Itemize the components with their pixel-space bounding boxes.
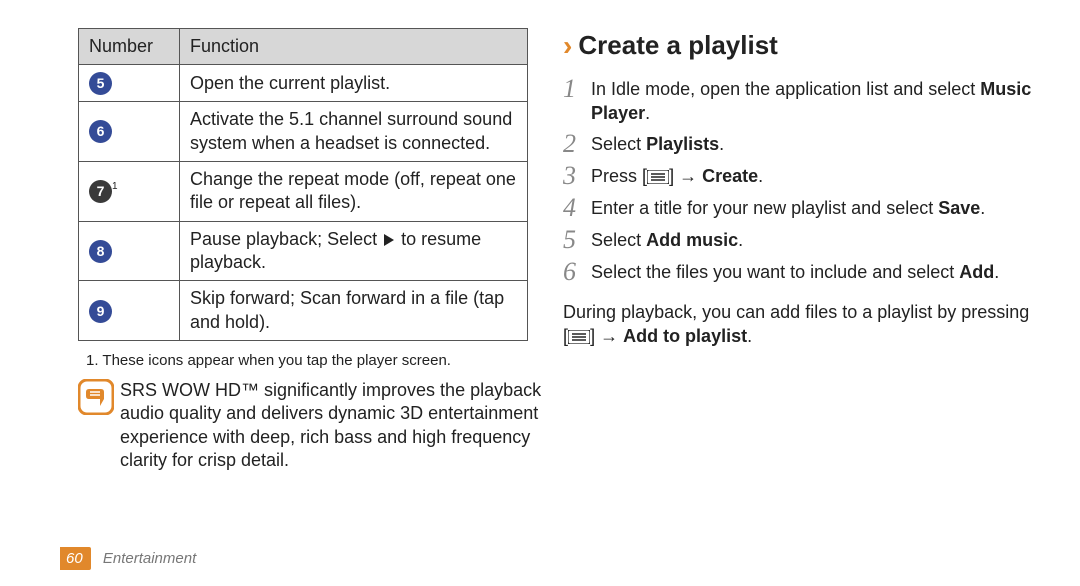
- number-circle-icon: 8: [89, 240, 112, 263]
- row-function-cell: Pause playback; Select to resume playbac…: [180, 221, 528, 281]
- step-number: 4: [563, 195, 591, 221]
- table-row: 5 Open the current playlist.: [79, 65, 528, 102]
- number-circle-icon: 7: [89, 180, 112, 203]
- table-header-row: Number Function: [79, 29, 528, 65]
- header-number: Number: [79, 29, 180, 65]
- section-title: › Create a playlist: [563, 28, 1038, 64]
- step-text: In Idle mode, open the application list …: [591, 76, 1038, 125]
- footnote-ref: 1: [112, 181, 118, 192]
- note-text: SRS WOW HD™ significantly improves the p…: [120, 379, 543, 473]
- function-table: Number Function 5 Open the current playli…: [78, 28, 528, 341]
- step-item: 2Select Playlists.: [563, 131, 1038, 157]
- step-number: 3: [563, 163, 591, 189]
- step-text: Press [] → Create.: [591, 163, 1038, 188]
- page-footer: 60 Entertainment: [60, 547, 196, 571]
- section-title-text: Create a playlist: [578, 29, 777, 63]
- step-item: 4Enter a title for your new playlist and…: [563, 195, 1038, 221]
- document-page: Number Function 5 Open the current playli…: [0, 0, 1080, 586]
- chevron-right-icon: ›: [563, 28, 572, 64]
- right-column: › Create a playlist 1In Idle mode, open …: [563, 28, 1038, 472]
- step-text: Enter a title for your new playlist and …: [591, 195, 1038, 220]
- row-function-cell: Activate the 5.1 channel surround sound …: [180, 102, 528, 162]
- step-item: 1In Idle mode, open the application list…: [563, 76, 1038, 125]
- step-item: 3Press [] → Create.: [563, 163, 1038, 189]
- note-row: SRS WOW HD™ significantly improves the p…: [78, 379, 543, 473]
- row-number-cell: 71: [79, 161, 180, 221]
- step-item: 5Select Add music.: [563, 227, 1038, 253]
- row-number-cell: 9: [79, 281, 180, 341]
- row-function-cell: Change the repeat mode (off, repeat one …: [180, 161, 528, 221]
- note-icon: [78, 379, 114, 415]
- table-row: 8 Pause playback; Select to resume playba…: [79, 221, 528, 281]
- number-circle-icon: 5: [89, 72, 112, 95]
- row-function-cell: Skip forward; Scan forward in a file (ta…: [180, 281, 528, 341]
- step-text: Select Add music.: [591, 227, 1038, 252]
- step-number: 2: [563, 131, 591, 157]
- step-text: Select Playlists.: [591, 131, 1038, 156]
- header-function: Function: [180, 29, 528, 65]
- table-row: 9 Skip forward; Scan forward in a file (t…: [79, 281, 528, 341]
- number-circle-icon: 6: [89, 120, 112, 143]
- table-row: 6 Activate the 5.1 channel surround sound…: [79, 102, 528, 162]
- after-steps-text: During playback, you can add files to a …: [563, 301, 1038, 348]
- page-number: 60: [60, 547, 91, 571]
- table-row: 71Change the repeat mode (off, repeat on…: [79, 161, 528, 221]
- row-number-cell: 8: [79, 221, 180, 281]
- row-number-cell: 5: [79, 65, 180, 102]
- content-columns: Number Function 5 Open the current playli…: [78, 28, 1038, 472]
- step-number: 1: [563, 76, 591, 102]
- footnote: 1. These icons appear when you tap the p…: [86, 351, 543, 371]
- left-column: Number Function 5 Open the current playli…: [78, 28, 543, 472]
- step-number: 6: [563, 259, 591, 285]
- row-number-cell: 6: [79, 102, 180, 162]
- number-circle-icon: 9: [89, 300, 112, 323]
- step-number: 5: [563, 227, 591, 253]
- step-item: 6Select the files you want to include an…: [563, 259, 1038, 285]
- footer-section: Entertainment: [103, 550, 196, 567]
- row-function-cell: Open the current playlist.: [180, 65, 528, 102]
- step-text: Select the files you want to include and…: [591, 259, 1038, 284]
